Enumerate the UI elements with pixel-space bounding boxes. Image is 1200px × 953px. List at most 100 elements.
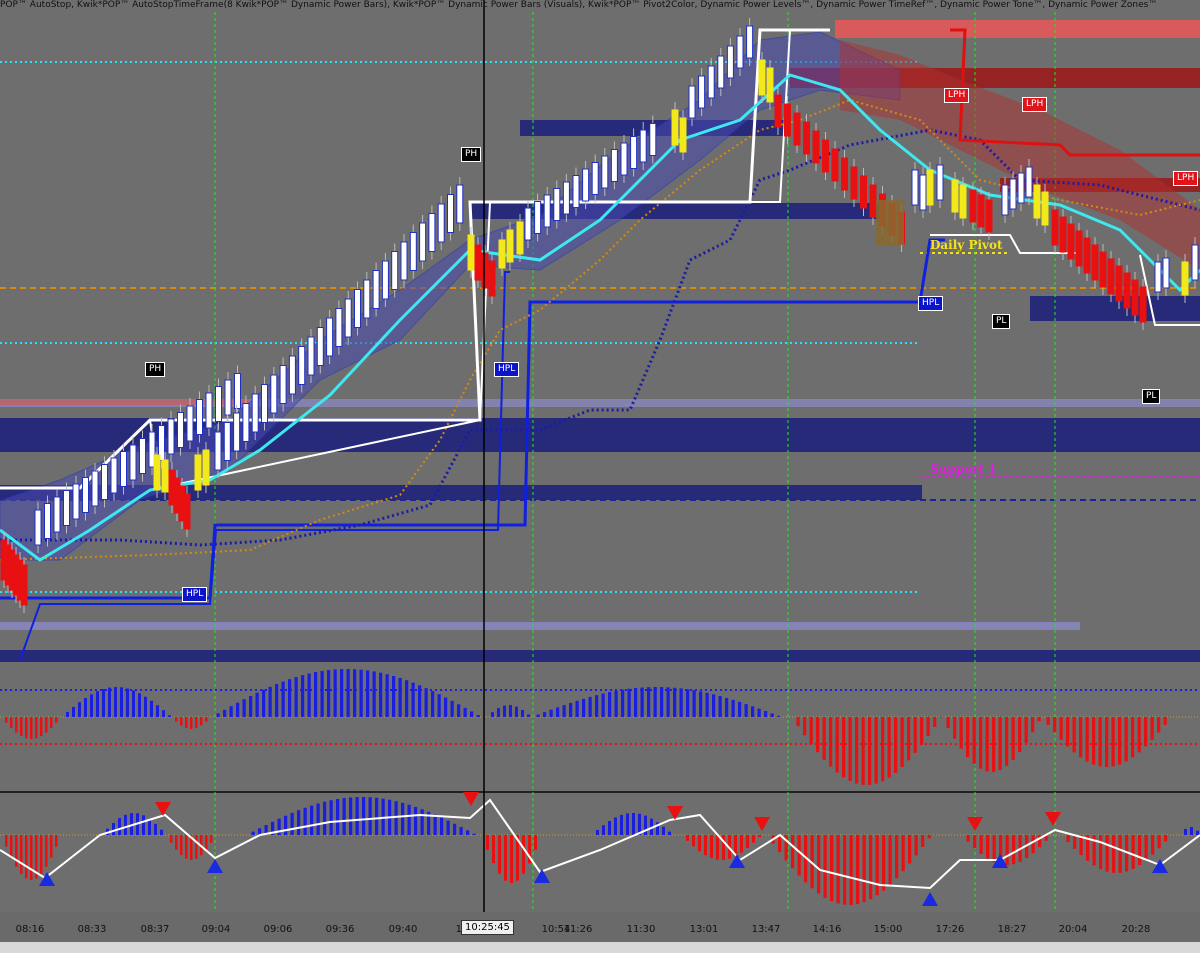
candle-body bbox=[803, 121, 810, 155]
osc-bar-positive bbox=[156, 705, 159, 717]
osc2-bar-positive bbox=[355, 797, 359, 835]
time-tick-label: 09:40 bbox=[388, 924, 418, 935]
candle-body bbox=[1001, 184, 1009, 216]
osc2-bar-negative bbox=[195, 835, 198, 859]
osc2-bar-positive bbox=[394, 801, 398, 835]
osc-bar-negative bbox=[1066, 717, 1070, 747]
candle-body bbox=[562, 181, 570, 215]
osc-bar-negative bbox=[1011, 717, 1015, 760]
candle-body bbox=[279, 365, 287, 404]
osc-bar-negative bbox=[1024, 717, 1028, 743]
osc-bar-negative bbox=[803, 717, 807, 736]
osc-bar-negative bbox=[972, 717, 976, 764]
osc2-bar-positive bbox=[596, 829, 599, 835]
osc-bar-positive bbox=[72, 706, 75, 717]
osc-bar-positive bbox=[66, 711, 69, 717]
osc2-bar-negative bbox=[170, 835, 173, 843]
candle-body bbox=[1099, 251, 1107, 288]
osc-bar-positive bbox=[327, 670, 331, 717]
osc-bar-positive bbox=[515, 706, 518, 717]
osc-bar-positive bbox=[660, 687, 664, 717]
osc-bar-positive bbox=[437, 694, 441, 717]
osc-bar-positive bbox=[281, 681, 285, 717]
candle-body bbox=[610, 149, 618, 182]
osc-bar-negative bbox=[874, 717, 878, 784]
price-chart[interactable] bbox=[0, 0, 1200, 953]
osc2-bar-negative bbox=[740, 835, 743, 853]
osc-bar-negative bbox=[985, 717, 989, 772]
candle-body bbox=[1083, 237, 1091, 274]
osc-bar-positive bbox=[738, 701, 742, 717]
osc2-bar-negative bbox=[504, 835, 507, 881]
osc-bar-negative bbox=[15, 717, 18, 733]
candle-body bbox=[1059, 216, 1067, 253]
osc2-bar-positive bbox=[602, 825, 605, 835]
horizontal-scrollbar[interactable] bbox=[0, 942, 1200, 953]
osc-bar-negative bbox=[1105, 717, 1109, 767]
pivot-label-ph: PH bbox=[461, 147, 482, 162]
time-tick-label: 13:01 bbox=[689, 924, 719, 935]
osc-bar-negative bbox=[1059, 717, 1063, 740]
osc2-bar-positive bbox=[608, 821, 611, 835]
osc-bar-negative bbox=[796, 717, 800, 727]
candle-body bbox=[726, 45, 734, 79]
osc-bar-positive bbox=[268, 686, 272, 717]
time-tick-label: 14:16 bbox=[812, 924, 842, 935]
osc-bar-negative bbox=[185, 717, 188, 729]
candle-body bbox=[251, 393, 259, 433]
osc2-bar-negative bbox=[25, 835, 28, 879]
osc-bar-positive bbox=[588, 696, 592, 717]
osc2-bar-negative bbox=[175, 835, 178, 850]
osc2-bar-negative bbox=[45, 835, 48, 867]
osc2-bar-negative bbox=[1144, 835, 1148, 861]
candle-body bbox=[183, 493, 191, 530]
osc-bar-negative bbox=[1072, 717, 1076, 753]
candle-body bbox=[688, 85, 696, 119]
osc-bar-positive bbox=[307, 673, 311, 717]
candle-body bbox=[524, 207, 532, 241]
osc-bar-positive bbox=[96, 691, 99, 717]
osc-bar-positive bbox=[223, 709, 227, 717]
candle-body bbox=[582, 168, 590, 202]
osc2-bar-negative bbox=[973, 835, 977, 849]
osc-bar-positive bbox=[144, 696, 147, 717]
candle-body bbox=[516, 221, 524, 255]
osc-bar-negative bbox=[998, 717, 1002, 771]
osc2-bar-negative bbox=[534, 835, 537, 850]
osc-bar-positive bbox=[359, 669, 363, 717]
osc-bar-negative bbox=[1079, 717, 1083, 758]
candle-body bbox=[1162, 257, 1170, 289]
osc2-bar-positive bbox=[620, 814, 623, 835]
pivot-label-ph: PH bbox=[145, 362, 166, 377]
osc-bar-positive bbox=[353, 669, 357, 717]
candle-body bbox=[1017, 172, 1025, 204]
candle-body bbox=[572, 175, 580, 208]
osc-bar-negative bbox=[25, 717, 28, 739]
candle-body bbox=[969, 189, 977, 223]
candle-body bbox=[474, 244, 482, 281]
osc-bar-positive bbox=[562, 705, 566, 717]
candle-body bbox=[161, 459, 169, 493]
candle-body bbox=[831, 148, 839, 182]
time-tick-label: 09:04 bbox=[201, 924, 231, 935]
osc-bar-positive bbox=[242, 699, 246, 717]
candle-body bbox=[223, 422, 231, 461]
candle-body bbox=[354, 289, 361, 328]
osc2-bar-negative bbox=[698, 835, 701, 852]
osc2-bar-positive bbox=[154, 823, 157, 835]
osc2-bar-negative bbox=[180, 835, 183, 856]
osc-bar-positive bbox=[162, 710, 165, 717]
osc-bar-positive bbox=[90, 694, 93, 717]
osc2-bar-positive bbox=[148, 818, 151, 835]
osc2-bar-negative bbox=[716, 835, 719, 860]
osc2-bar-positive bbox=[1184, 828, 1187, 835]
osc-bar-negative bbox=[920, 717, 924, 745]
time-tick-label: 11:26 bbox=[563, 924, 593, 935]
osc2-bar-positive bbox=[362, 797, 366, 835]
osc2-bar-positive bbox=[662, 826, 665, 835]
candle-body bbox=[53, 496, 61, 533]
candle-body bbox=[196, 399, 203, 435]
level-label: Support 1 bbox=[930, 462, 997, 476]
osc-bar-negative bbox=[1150, 717, 1154, 740]
osc-bar-positive bbox=[569, 702, 573, 717]
